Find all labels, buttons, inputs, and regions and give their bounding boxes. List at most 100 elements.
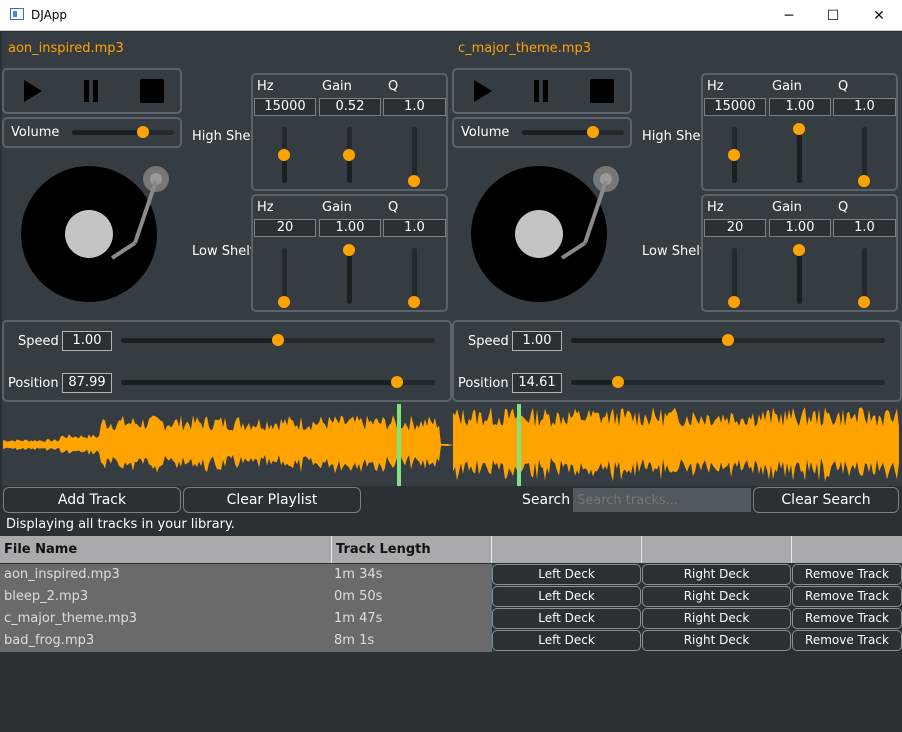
table-row[interactable]: c_major_theme.mp3 1m 47s [0,608,492,630]
position-slider-thumb[interactable] [612,376,624,388]
column-header-track-length[interactable]: Track Length [332,536,492,563]
speed-field[interactable]: 1.00 [512,331,562,351]
load-left-deck-button[interactable]: Left Deck [492,586,641,607]
low-shelf-slider-gain[interactable] [793,244,805,304]
remove-track-button[interactable]: Remove Track [792,586,902,607]
load-right-deck-button[interactable]: Right Deck [642,586,791,607]
low-shelf-slider-fill [797,248,802,304]
load-left-deck-button[interactable]: Left Deck [492,630,641,651]
low-shelf-slider-q[interactable] [858,248,870,308]
high-shelf-slider-thumb[interactable] [343,149,355,161]
high-shelf-slider-thumb[interactable] [793,123,805,135]
clear-playlist-button[interactable]: Clear Playlist [183,487,361,513]
high-shelf-value-hz[interactable]: 15000 [254,98,316,116]
high-shelf-value-hz[interactable]: 15000 [704,98,766,116]
column-header-right-deck [642,536,792,563]
low-shelf-panel: Low Shelf Hz 20 Gain 1.00 Q 1.0 [632,194,900,314]
position-slider-thumb[interactable] [391,376,403,388]
low-shelf-value-q[interactable]: 1.0 [833,219,896,237]
position-field[interactable]: 87.99 [62,373,112,393]
load-right-deck-button[interactable]: Right Deck [642,564,791,585]
remove-track-button[interactable]: Remove Track [792,630,902,651]
high-shelf-slider-thumb[interactable] [728,149,740,161]
volume-slider-track[interactable] [522,126,624,138]
low-shelf-value-q[interactable]: 1.0 [383,219,446,237]
high-shelf-slider-q[interactable] [408,127,420,187]
low-shelf-header-q: Q [838,200,849,215]
speed-field[interactable]: 1.00 [62,331,112,351]
playhead-marker[interactable] [517,404,521,486]
high-shelf-slider-hz[interactable] [728,127,740,183]
low-shelf-slider-thumb[interactable] [793,244,805,256]
high-shelf-slider-hz[interactable] [278,127,290,183]
speed-slider-thumb[interactable] [272,334,284,346]
high-shelf-slider-thumb[interactable] [278,149,290,161]
play-button[interactable] [474,80,492,102]
high-shelf-slider-q[interactable] [858,127,870,187]
high-shelf-value-q[interactable]: 1.0 [383,98,446,116]
low-shelf-slider-hz[interactable] [278,248,290,308]
load-right-deck-button[interactable]: Right Deck [642,630,791,651]
high-shelf-slider-gain[interactable] [343,127,355,183]
position-slider-fill [571,380,618,385]
high-shelf-slider-thumb[interactable] [858,175,870,187]
close-button[interactable]: ✕ [856,0,902,31]
play-button[interactable] [24,80,42,102]
stop-button[interactable] [140,79,164,103]
track-file-name: c_major_theme.mp3 [4,611,138,626]
low-shelf-slider-hz[interactable] [728,248,740,308]
stop-button[interactable] [590,79,614,103]
minimize-button[interactable]: ─ [766,0,812,31]
low-shelf-value-gain[interactable]: 1.00 [769,219,831,237]
high-shelf-value-gain[interactable]: 0.52 [319,98,381,116]
low-shelf-slider-q[interactable] [408,248,420,308]
table-row[interactable]: aon_inspired.mp3 1m 34s [0,564,492,586]
low-shelf-slider-thumb[interactable] [343,244,355,256]
low-shelf-slider-thumb[interactable] [728,296,740,308]
low-shelf-value-gain[interactable]: 1.00 [319,219,381,237]
low-shelf-slider-thumb[interactable] [278,296,290,308]
volume-slider-thumb[interactable] [587,126,599,138]
waveform-display[interactable] [3,404,452,486]
low-shelf-value-hz[interactable]: 20 [704,219,766,237]
high-shelf-value-gain[interactable]: 1.00 [769,98,831,116]
pause-button[interactable] [532,80,550,102]
column-header-file-name[interactable]: File Name [0,536,332,563]
playhead-marker[interactable] [397,404,401,486]
position-slider-track[interactable] [571,376,885,388]
volume-slider-thumb[interactable] [137,126,149,138]
low-shelf-value-hz[interactable]: 20 [254,219,316,237]
search-input[interactable] [573,488,751,512]
speed-slider-track[interactable] [571,334,885,346]
high-shelf-slider-gain[interactable] [793,123,805,183]
low-shelf-box: Hz 20 Gain 1.00 Q 1.0 [251,194,448,312]
load-left-deck-button[interactable]: Left Deck [492,564,641,585]
speed-slider-track[interactable] [121,334,435,346]
remove-track-button[interactable]: Remove Track [792,564,902,585]
table-row[interactable]: bleep_2.mp3 0m 50s [0,586,492,608]
volume-slider-track[interactable] [72,126,174,138]
maximize-button[interactable]: ☐ [810,0,856,31]
pause-button[interactable] [82,80,100,102]
low-shelf-slider-gain[interactable] [343,244,355,304]
high-shelf-value-q[interactable]: 1.0 [833,98,896,116]
low-shelf-slider-thumb[interactable] [408,296,420,308]
low-shelf-label: Low Shelf [192,244,255,259]
app-icon [10,8,24,20]
position-slider-track[interactable] [121,376,435,388]
load-right-deck-button[interactable]: Right Deck [642,608,791,629]
high-shelf-slider-thumb[interactable] [408,175,420,187]
add-track-button[interactable]: Add Track [3,487,181,513]
low-shelf-slider-thumb[interactable] [858,296,870,308]
table-row[interactable]: bad_frog.mp3 8m 1s [0,630,492,652]
position-field[interactable]: 14.61 [512,373,562,393]
speed-label: Speed [468,334,509,349]
speed-slider-thumb[interactable] [722,334,734,346]
track-length: 1m 34s [334,567,383,582]
load-left-deck-button[interactable]: Left Deck [492,608,641,629]
search-label: Search [522,492,571,508]
waveform-display[interactable] [453,404,902,486]
clear-search-button[interactable]: Clear Search [753,487,899,513]
high-shelf-label: High Shelf [192,129,259,144]
remove-track-button[interactable]: Remove Track [792,608,902,629]
